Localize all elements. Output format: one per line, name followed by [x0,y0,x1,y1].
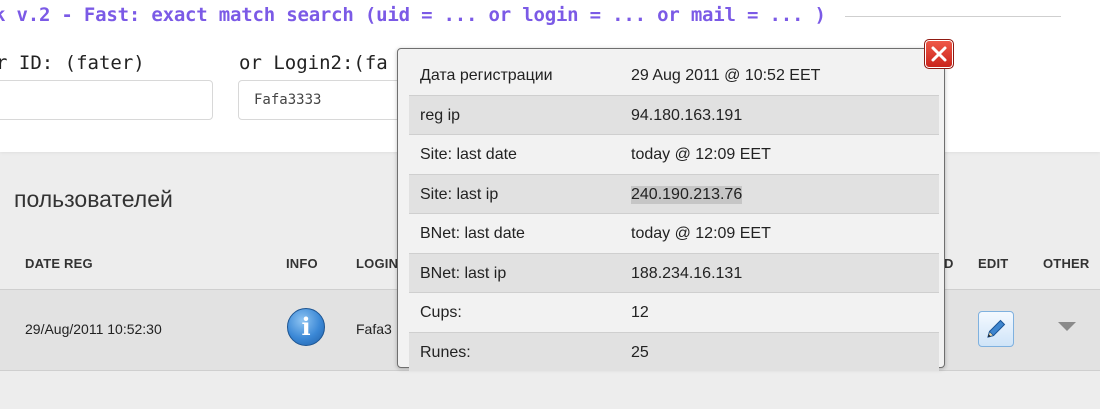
info-row: Site: last ip 240.190.213.76 [409,174,939,214]
info-value: 25 [631,343,649,361]
info-value: 188.234.16.131 [631,264,743,282]
column-info: INFO [286,256,318,271]
column-date-reg[interactable]: DATE REG [25,256,93,271]
info-row: Runes: 25 [409,332,939,371]
info-key: Cups: [420,304,462,321]
column-login[interactable]: LOGIN [356,256,398,271]
info-row: reg ip 94.180.163.191 [409,95,939,135]
info-key: Runes: [420,343,471,361]
info-key: Site: last date [420,146,517,163]
close-button[interactable] [924,39,954,69]
column-fragment: D [944,256,954,271]
info-key: Site: last ip [420,185,499,203]
info-value-selected[interactable]: 240.190.213.76 [631,185,743,204]
user-id-label: r ID: (fater) [0,52,145,74]
column-edit: EDIT [978,256,1009,271]
login-input[interactable] [238,80,408,120]
pencil-icon [987,319,1006,338]
title-divider [845,16,1061,17]
info-value: 29 Aug 2011 @ 10:52 EET [631,67,821,84]
search-title: к v.2 - Fast: exact match search (uid = … [0,4,826,26]
info-value: today @ 12:09 EET [631,225,771,242]
info-icon[interactable]: i [287,308,325,346]
login-cell[interactable]: Fafa3 [356,321,392,337]
info-value: today @ 12:09 EET [631,146,771,163]
users-heading: пользователей [14,186,173,212]
info-row: Дата регистрации 29 Aug 2011 @ 10:52 EET [409,56,939,96]
info-row: Site: last date today @ 12:09 EET [409,135,939,175]
caret-down-icon[interactable] [1058,322,1076,331]
user-id-input[interactable] [0,80,213,120]
close-icon [931,46,947,62]
edit-button[interactable] [978,311,1014,347]
user-info-popup: Дата регистрации 29 Aug 2011 @ 10:52 EET… [397,48,945,371]
info-key: reg ip [420,106,461,124]
info-key: BNet: last date [420,225,525,242]
info-row: Cups: 12 [409,293,939,333]
user-info-table: Дата регистрации 29 Aug 2011 @ 10:52 EET… [409,56,939,371]
info-value: 12 [631,304,649,321]
info-row: BNet: last ip 188.234.16.131 [409,253,939,293]
info-row: BNet: last date today @ 12:09 EET [409,214,939,254]
date-reg-cell: 29/Aug/2011 10:52:30 [25,321,162,337]
login-label: or Login2:(fa [239,52,388,74]
info-key: Дата регистрации [420,67,553,84]
info-value: 94.180.163.191 [631,106,743,124]
info-key: BNet: last ip [420,264,507,282]
column-other: OTHER [1043,256,1090,271]
